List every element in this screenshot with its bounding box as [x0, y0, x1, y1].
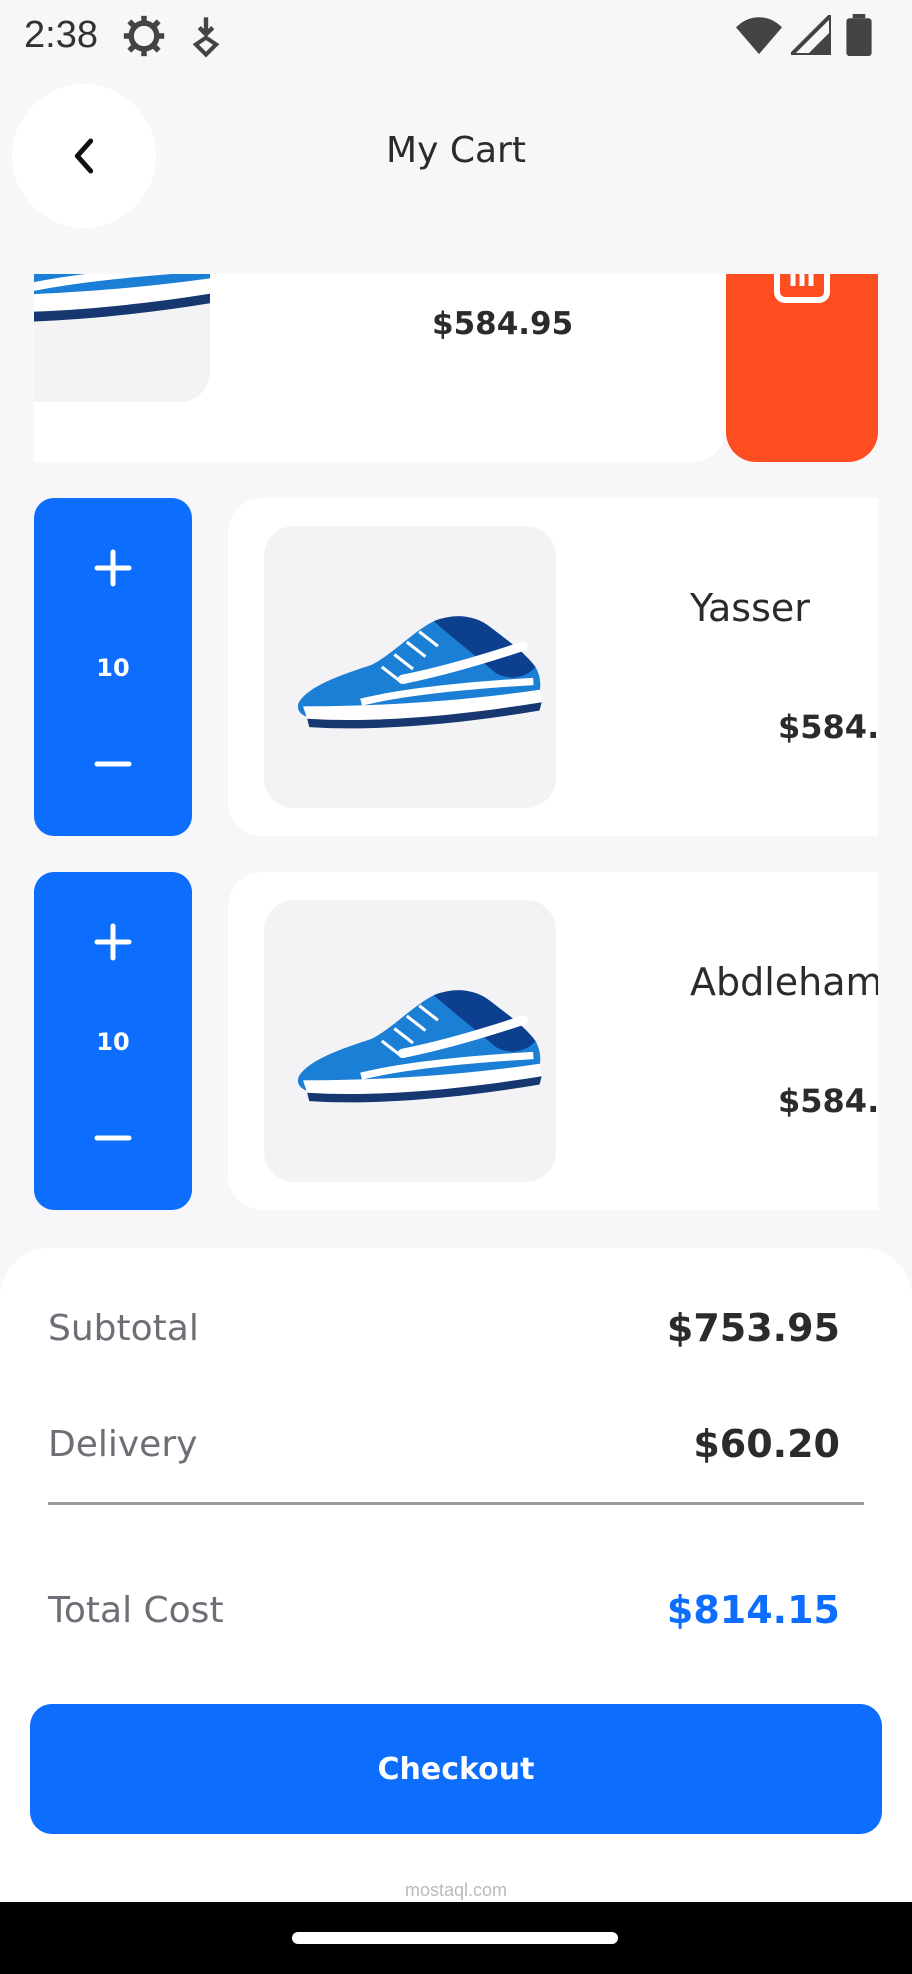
watermark: mostaql.com: [404, 1880, 508, 1900]
trash-icon: [774, 274, 830, 303]
summary-divider: [48, 1502, 864, 1505]
shoe-image: [34, 274, 210, 350]
signal-icon: [786, 10, 833, 57]
total-label: Total Cost: [48, 1590, 224, 1631]
shoe-image: [278, 586, 548, 752]
cart-item[interactable]: Abdlehamid $584.95: [228, 872, 878, 1210]
status-icons-right: [735, 10, 872, 57]
increase-button[interactable]: [34, 912, 192, 972]
minus-icon: [94, 1135, 132, 1141]
cart-item[interactable]: Yasser $584.95: [228, 498, 878, 836]
status-time: 2:38: [24, 14, 98, 56]
home-indicator[interactable]: [292, 1932, 618, 1944]
download-icon: [192, 17, 220, 58]
quantity-stepper: 10: [34, 872, 192, 1210]
plus-icon: [94, 923, 132, 961]
total-value: $814.15: [666, 1588, 840, 1632]
status-bar: 2:38: [0, 0, 912, 76]
wifi-icon: [735, 17, 782, 55]
increase-button[interactable]: [34, 538, 192, 598]
plus-icon: [94, 549, 132, 587]
cart-item-swiped[interactable]: $584.95: [34, 274, 726, 462]
decrease-button[interactable]: [34, 1108, 192, 1168]
quantity-value: 10: [96, 654, 130, 682]
checkout-button[interactable]: Checkout: [30, 1704, 882, 1834]
shoe-image: [278, 960, 548, 1126]
delivery-label: Delivery: [48, 1424, 198, 1465]
status-icons-left: [122, 14, 223, 58]
product-image: [34, 274, 210, 402]
settings-gear-icon: [123, 15, 165, 57]
decrease-button[interactable]: [34, 734, 192, 794]
product-image: [264, 526, 556, 808]
order-summary: Subtotal $753.95 Delivery $60.20 Total C…: [0, 1248, 912, 1902]
navigation-bar: [0, 1902, 912, 1974]
item-name: Yasser: [690, 586, 810, 630]
page-title: My Cart: [386, 130, 526, 171]
subtotal-label: Subtotal: [48, 1308, 199, 1349]
cart-list[interactable]: $584.95 10 Yasser $584.95: [0, 274, 912, 1234]
product-image: [264, 900, 556, 1182]
item-name: Abdlehamid: [690, 960, 878, 1004]
quantity-value: 10: [96, 1028, 130, 1056]
minus-icon: [94, 761, 132, 767]
subtotal-value: $753.95: [666, 1306, 840, 1350]
item-price: $584.95: [778, 1082, 878, 1120]
delete-button[interactable]: [726, 274, 878, 462]
battery-icon: [846, 14, 872, 56]
item-price: $584.95: [778, 708, 878, 746]
quantity-stepper: 10: [34, 498, 192, 836]
delivery-value: $60.20: [693, 1422, 840, 1466]
item-price: $584.95: [432, 306, 574, 342]
